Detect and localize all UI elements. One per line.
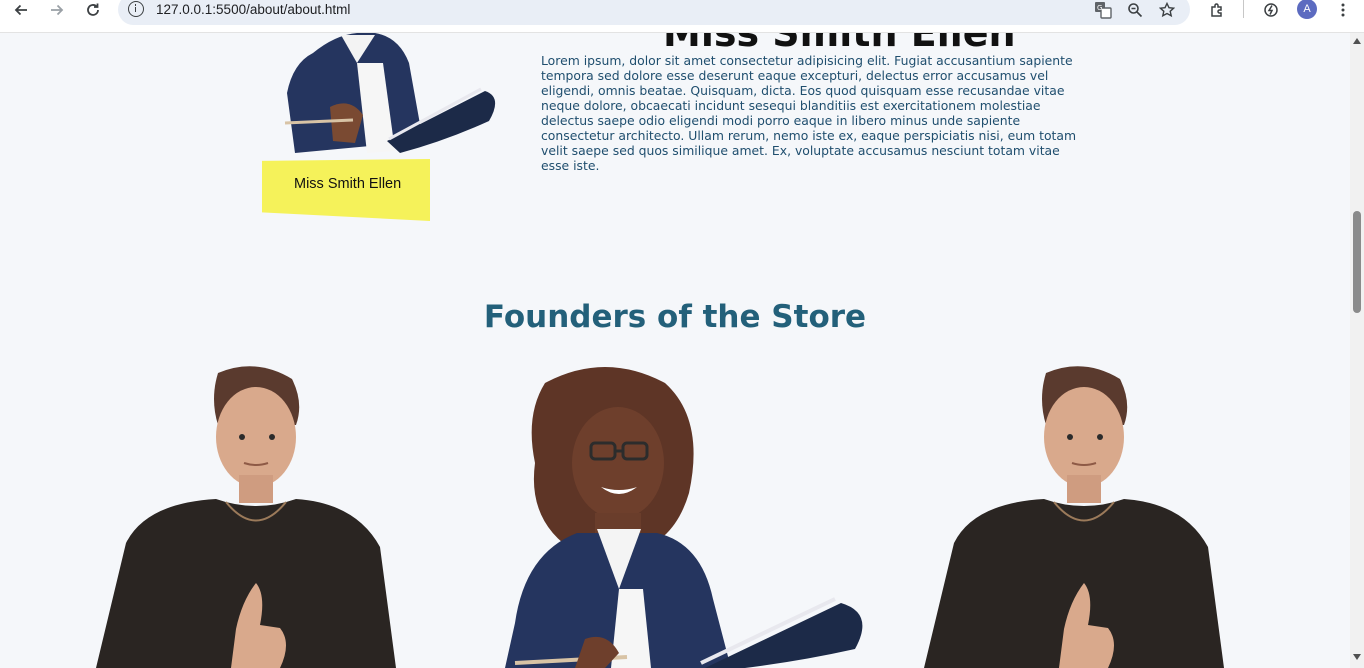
hero-portrait-image xyxy=(275,33,505,163)
back-icon[interactable] xyxy=(7,0,35,20)
toolbar-divider xyxy=(1243,0,1244,18)
translate-icon[interactable]: G xyxy=(1089,0,1117,20)
performance-icon[interactable] xyxy=(1257,0,1285,20)
founder-photo-center xyxy=(505,363,875,668)
founder-photo-left xyxy=(96,363,396,668)
menu-icon[interactable] xyxy=(1329,0,1357,20)
extensions-icon[interactable] xyxy=(1203,0,1231,20)
avatar[interactable]: A xyxy=(1297,0,1317,19)
site-info-icon[interactable] xyxy=(128,1,144,17)
scrollbar-thumb[interactable] xyxy=(1353,211,1361,313)
svg-text:G: G xyxy=(1097,4,1102,12)
bookmark-star-icon[interactable] xyxy=(1153,0,1181,20)
page-scrollbar[interactable] xyxy=(1350,33,1364,668)
founder-photo-right xyxy=(924,363,1224,668)
founders-section-title: Founders of the Store xyxy=(483,299,867,335)
page-viewport: Miss Smith Ellen Lorem ipsum, dolor sit … xyxy=(0,33,1350,668)
scroll-up-arrow-icon[interactable] xyxy=(1353,38,1361,44)
name-tag-label: Miss Smith Ellen xyxy=(294,176,402,192)
address-bar[interactable]: 127.0.0.1:5500/about/about.html xyxy=(118,0,1190,25)
reload-icon[interactable] xyxy=(79,0,107,20)
hero-name-heading: Miss Smith Ellen xyxy=(663,33,1016,55)
url-text[interactable]: 127.0.0.1:5500/about/about.html xyxy=(156,2,350,17)
browser-toolbar: 127.0.0.1:5500/about/about.html G A xyxy=(0,0,1364,33)
hero-bio-text: Lorem ipsum, dolor sit amet consectetur … xyxy=(541,53,1077,173)
zoom-icon[interactable] xyxy=(1121,0,1149,20)
forward-icon[interactable] xyxy=(43,0,71,20)
scroll-down-arrow-icon[interactable] xyxy=(1353,654,1361,660)
